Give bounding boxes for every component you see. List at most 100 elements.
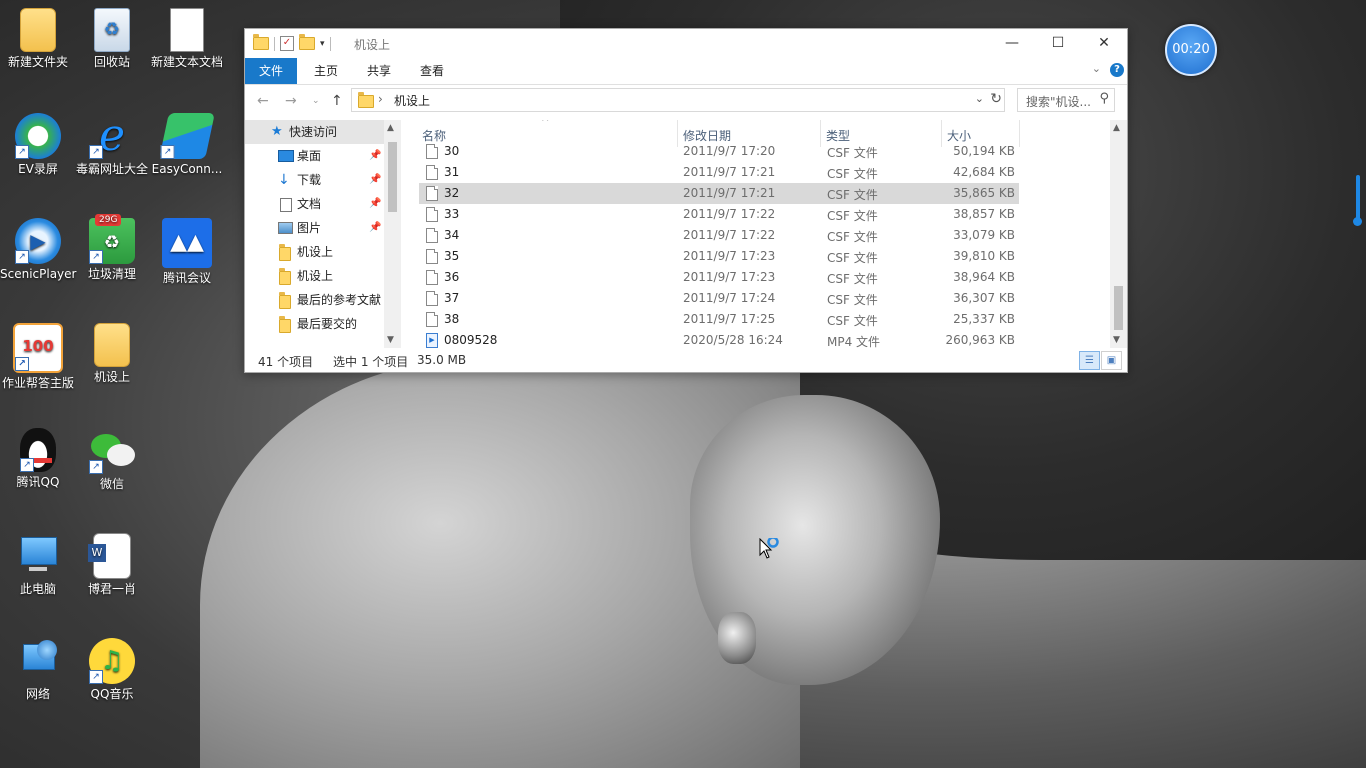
desktop-icon-word-doc[interactable]: W 博君一肖 xyxy=(74,533,150,597)
file-size: 33,079 KB xyxy=(953,228,1015,242)
desktop-icon xyxy=(278,150,294,162)
file-icon xyxy=(426,144,438,159)
file-list-pane: ^ 名称 修改日期 类型 大小 30 2011/9/7 17:20 CSF 文件 50… xyxy=(419,120,1111,348)
desktop-icon-new-text-doc[interactable]: 新建文本文档 xyxy=(149,8,225,70)
file-modified: 2020/5/28 16:24 xyxy=(683,333,783,347)
file-row[interactable]: 36 2011/9/7 17:23 CSF 文件 38,964 KB xyxy=(419,267,1019,288)
desktop-icon-wechat[interactable]: ↗ 微信 xyxy=(74,428,150,492)
expand-ribbon-icon[interactable]: ⌄ xyxy=(1092,62,1101,75)
recording-timer[interactable]: 00:20 xyxy=(1165,24,1217,76)
file-icon xyxy=(426,228,438,243)
nav-item-folder-final[interactable]: 最后要交的 xyxy=(245,312,401,336)
nav-item-documents[interactable]: 文档 📌 xyxy=(245,192,401,216)
volume-slider[interactable] xyxy=(1353,175,1362,226)
folder-icon xyxy=(279,292,291,309)
nav-item-folder-jishe-1[interactable]: 机设上 xyxy=(245,240,401,264)
desktop-icon-trash-cleaner[interactable]: ♻ 29G ↗ 垃圾清理 xyxy=(74,214,150,282)
address-dropdown-icon[interactable]: ⌄ xyxy=(975,92,984,105)
file-modified: 2011/9/7 17:23 xyxy=(683,270,776,284)
network-icon xyxy=(15,638,61,684)
file-icon xyxy=(426,270,438,285)
desktop-icon-scenicplayer[interactable]: ▶ ↗ ScenicPlayer xyxy=(0,218,76,282)
minimize-button[interactable]: — xyxy=(989,29,1035,58)
breadcrumb[interactable]: 机设上 xyxy=(394,92,430,109)
tab-file[interactable]: 文件 xyxy=(245,58,298,84)
new-folder-icon[interactable] xyxy=(299,34,315,50)
file-type: CSF 文件 xyxy=(827,251,878,265)
close-button[interactable]: ✕ xyxy=(1081,29,1127,58)
file-row[interactable]: 33 2011/9/7 17:22 CSF 文件 38,857 KB xyxy=(419,204,1019,225)
file-name: 38 xyxy=(444,312,460,326)
file-row[interactable]: 37 2011/9/7 17:24 CSF 文件 36,307 KB xyxy=(419,288,1019,309)
file-icon xyxy=(426,291,438,306)
desktop-icon-recycle-bin[interactable]: ♻ 回收站 xyxy=(74,8,150,70)
desktop-icon-network[interactable]: 网络 xyxy=(0,638,76,702)
desktop-icon-ev-recorder[interactable]: ↗ EV录屏 xyxy=(0,113,76,177)
properties-icon[interactable]: ✓ xyxy=(280,36,294,51)
desktop-icon-easyconnect[interactable]: ↗ EasyConn... xyxy=(149,113,225,177)
scroll-up-icon[interactable]: ▲ xyxy=(387,123,394,133)
file-modified: 2011/9/7 17:23 xyxy=(683,249,776,263)
file-type: CSF 文件 xyxy=(827,230,878,244)
file-row[interactable]: 35 2011/9/7 17:23 CSF 文件 39,810 KB xyxy=(419,246,1019,267)
file-size: 25,337 KB xyxy=(953,312,1015,326)
desktop-icon-this-pc[interactable]: 此电脑 xyxy=(0,533,76,597)
desktop-icon-zuoyebang[interactable]: 100 ↗ 作业帮答主版 xyxy=(0,323,76,391)
folder-icon xyxy=(358,92,374,108)
recent-locations-icon[interactable]: ⌄ xyxy=(312,96,320,106)
file-modified: 2011/9/7 17:21 xyxy=(683,165,776,179)
file-icon xyxy=(426,312,438,327)
nav-item-folder-jishe-2[interactable]: 机设上 xyxy=(245,264,401,288)
up-icon[interactable]: ↑ xyxy=(331,93,343,109)
scroll-down-icon[interactable]: ▼ xyxy=(387,335,394,345)
file-row[interactable]: 32 2011/9/7 17:21 CSF 文件 35,865 KB xyxy=(419,183,1019,204)
nav-item-folder-references[interactable]: 最后的参考文献 xyxy=(245,288,401,312)
folder-icon xyxy=(253,34,269,50)
desktop-icon-qq[interactable]: ↗ 腾讯QQ xyxy=(0,428,76,490)
wallpaper-earring xyxy=(718,612,756,664)
navigation-pane: ★ 快速访问 桌面 📌 ↓ 下载 📌 文档 📌 图片 📌 机设上 机设上 最后的… xyxy=(245,120,401,348)
customize-toolbar-icon[interactable]: ▾ xyxy=(320,39,325,49)
desktop-icon-qq-music[interactable]: ♫ ↗ QQ音乐 xyxy=(74,638,150,702)
refresh-icon[interactable]: ↻ xyxy=(990,91,1002,107)
file-size: 260,963 KB xyxy=(945,333,1015,347)
scroll-thumb[interactable] xyxy=(388,142,397,212)
help-icon[interactable]: ? xyxy=(1110,63,1124,77)
nav-pane-scrollbar[interactable]: ▲ ▼ xyxy=(384,120,401,348)
tab-home[interactable]: 主页 xyxy=(300,58,352,84)
desktop-icon-ie-browser[interactable]: e ↗ 毒霸网址大全 xyxy=(74,113,150,177)
tab-share[interactable]: 共享 xyxy=(353,58,405,84)
tab-view[interactable]: 查看 xyxy=(406,58,458,84)
explorer-window: ✓ ▾ 机设上 — ☐ ✕ 文件 主页 共享 查看 ⌄ ? ← → ⌄ ↑ › … xyxy=(244,28,1128,373)
nav-item-downloads[interactable]: ↓ 下载 📌 xyxy=(245,168,401,192)
scroll-up-icon[interactable]: ▲ xyxy=(1113,123,1120,133)
large-icons-view-button[interactable]: ▣ xyxy=(1101,351,1122,370)
nav-item-desktop[interactable]: 桌面 📌 xyxy=(245,144,401,168)
file-row[interactable]: 38 2011/9/7 17:25 CSF 文件 25,337 KB xyxy=(419,309,1019,330)
forward-icon[interactable]: → xyxy=(285,93,297,109)
file-size: 36,307 KB xyxy=(953,291,1015,305)
pin-icon: 📌 xyxy=(369,222,382,233)
nav-item-pictures[interactable]: 图片 📌 xyxy=(245,216,401,240)
address-bar[interactable]: › 机设上 ⌄ ↻ xyxy=(351,88,1005,112)
file-row[interactable]: ▶ 0809528 2020/5/28 16:24 MP4 文件 260,963 KB xyxy=(419,330,1019,348)
maximize-button[interactable]: ☐ xyxy=(1035,29,1081,58)
file-type: CSF 文件 xyxy=(827,167,878,181)
scroll-thumb[interactable] xyxy=(1114,286,1123,330)
desktop-icon-tencent-meeting[interactable]: ▲▲ 腾讯会议 xyxy=(149,218,225,286)
file-size: 39,810 KB xyxy=(953,249,1015,263)
details-view-button[interactable]: ☰ xyxy=(1079,351,1100,370)
file-modified: 2011/9/7 17:22 xyxy=(683,228,776,242)
desktop-icon-folder-jishe[interactable]: 机设上 xyxy=(74,323,150,385)
nav-quick-access[interactable]: ★ 快速访问 xyxy=(245,120,401,144)
file-list-scrollbar[interactable]: ▲ ▼ xyxy=(1110,120,1127,348)
file-row[interactable]: 30 2011/9/7 17:20 CSF 文件 50,194 KB xyxy=(419,141,1019,162)
back-icon[interactable]: ← xyxy=(257,93,269,109)
scroll-down-icon[interactable]: ▼ xyxy=(1113,335,1120,345)
desktop-icon-new-folder[interactable]: 新建文件夹 xyxy=(0,8,76,70)
file-row[interactable]: 31 2011/9/7 17:21 CSF 文件 42,684 KB xyxy=(419,162,1019,183)
wechat-icon: ↗ xyxy=(89,428,135,474)
file-row[interactable]: 34 2011/9/7 17:22 CSF 文件 33,079 KB xyxy=(419,225,1019,246)
file-size: 38,857 KB xyxy=(953,207,1015,221)
search-input[interactable]: 搜索"机设... ⚲ xyxy=(1017,88,1115,112)
